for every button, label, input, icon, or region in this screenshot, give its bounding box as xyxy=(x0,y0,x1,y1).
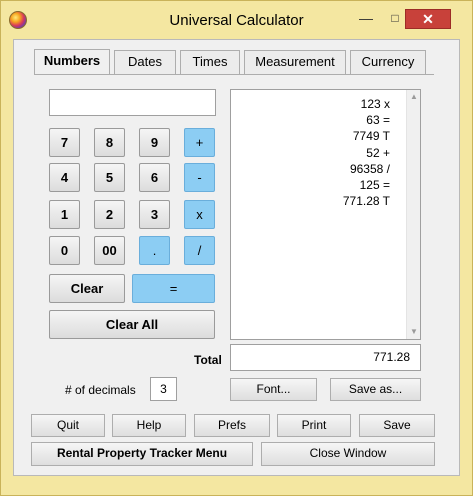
key-minus[interactable]: - xyxy=(184,163,215,192)
key-4[interactable]: 4 xyxy=(49,163,80,192)
key-9[interactable]: 9 xyxy=(139,128,170,157)
key-divide[interactable]: / xyxy=(184,236,215,265)
save-button[interactable]: Save xyxy=(359,414,435,437)
key-2[interactable]: 2 xyxy=(94,200,125,229)
help-button[interactable]: Help xyxy=(112,414,186,437)
key-6[interactable]: 6 xyxy=(139,163,170,192)
key-decimal-point[interactable]: . xyxy=(139,236,170,265)
tape-line: 63 = xyxy=(366,113,390,128)
tape-line: 125 = xyxy=(359,178,390,193)
scroll-down-icon[interactable]: ▼ xyxy=(409,327,419,337)
rental-property-tracker-menu-button[interactable]: Rental Property Tracker Menu xyxy=(31,442,253,466)
tape-scrollbar[interactable]: ▲ ▼ xyxy=(406,90,420,339)
key-plus[interactable]: + xyxy=(184,128,215,157)
close-window-button[interactable]: Close Window xyxy=(261,442,435,466)
tape-line: 52 + xyxy=(366,145,390,160)
tape-line: 96358 / xyxy=(349,161,390,176)
calculation-tape[interactable]: 123 x 63 = 7749 T 52 + 96358 / 125 = 771… xyxy=(230,89,421,340)
key-1[interactable]: 1 xyxy=(49,200,80,229)
total-field: 771.28 xyxy=(230,344,421,371)
save-as-button[interactable]: Save as... xyxy=(330,378,421,401)
equals-button[interactable]: = xyxy=(132,274,215,303)
close-button[interactable]: ✕ xyxy=(405,9,451,29)
key-5[interactable]: 5 xyxy=(94,163,125,192)
font-button[interactable]: Font... xyxy=(230,378,317,401)
key-8[interactable]: 8 xyxy=(94,128,125,157)
key-7[interactable]: 7 xyxy=(49,128,80,157)
tape-line: 771.28 T xyxy=(342,194,390,209)
tab-measurement[interactable]: Measurement xyxy=(244,50,346,74)
clear-all-button[interactable]: Clear All xyxy=(49,310,215,339)
tab-dates[interactable]: Dates xyxy=(114,50,176,74)
minimize-button[interactable]: — xyxy=(353,9,379,29)
decimals-input[interactable]: 3 xyxy=(150,377,177,401)
total-label: Total xyxy=(194,353,222,367)
key-0[interactable]: 0 xyxy=(49,236,80,265)
tab-currency[interactable]: Currency xyxy=(350,50,426,74)
tape-line: 7749 T xyxy=(352,129,390,144)
key-00[interactable]: 00 xyxy=(94,236,125,265)
app-window: Universal Calculator — □ ✕ Numbers Dates… xyxy=(0,0,473,496)
print-button[interactable]: Print xyxy=(277,414,351,437)
tab-times[interactable]: Times xyxy=(180,50,240,74)
key-3[interactable]: 3 xyxy=(139,200,170,229)
scroll-up-icon[interactable]: ▲ xyxy=(409,92,419,102)
prefs-button[interactable]: Prefs xyxy=(194,414,270,437)
tape-lines: 123 x 63 = 7749 T 52 + 96358 / 125 = 771… xyxy=(343,96,390,209)
clear-button[interactable]: Clear xyxy=(49,274,125,303)
calculator-panel: Numbers Dates Times Measurement Currency… xyxy=(13,39,460,476)
tab-numbers[interactable]: Numbers xyxy=(34,49,110,75)
tape-line: 123 x xyxy=(360,97,390,111)
decimals-label: # of decimals xyxy=(65,383,136,397)
key-multiply[interactable]: x xyxy=(184,200,215,229)
quit-button[interactable]: Quit xyxy=(31,414,105,437)
title-bar: Universal Calculator — □ ✕ xyxy=(1,1,472,39)
number-entry-field[interactable] xyxy=(49,89,216,116)
tab-divider xyxy=(34,74,434,75)
